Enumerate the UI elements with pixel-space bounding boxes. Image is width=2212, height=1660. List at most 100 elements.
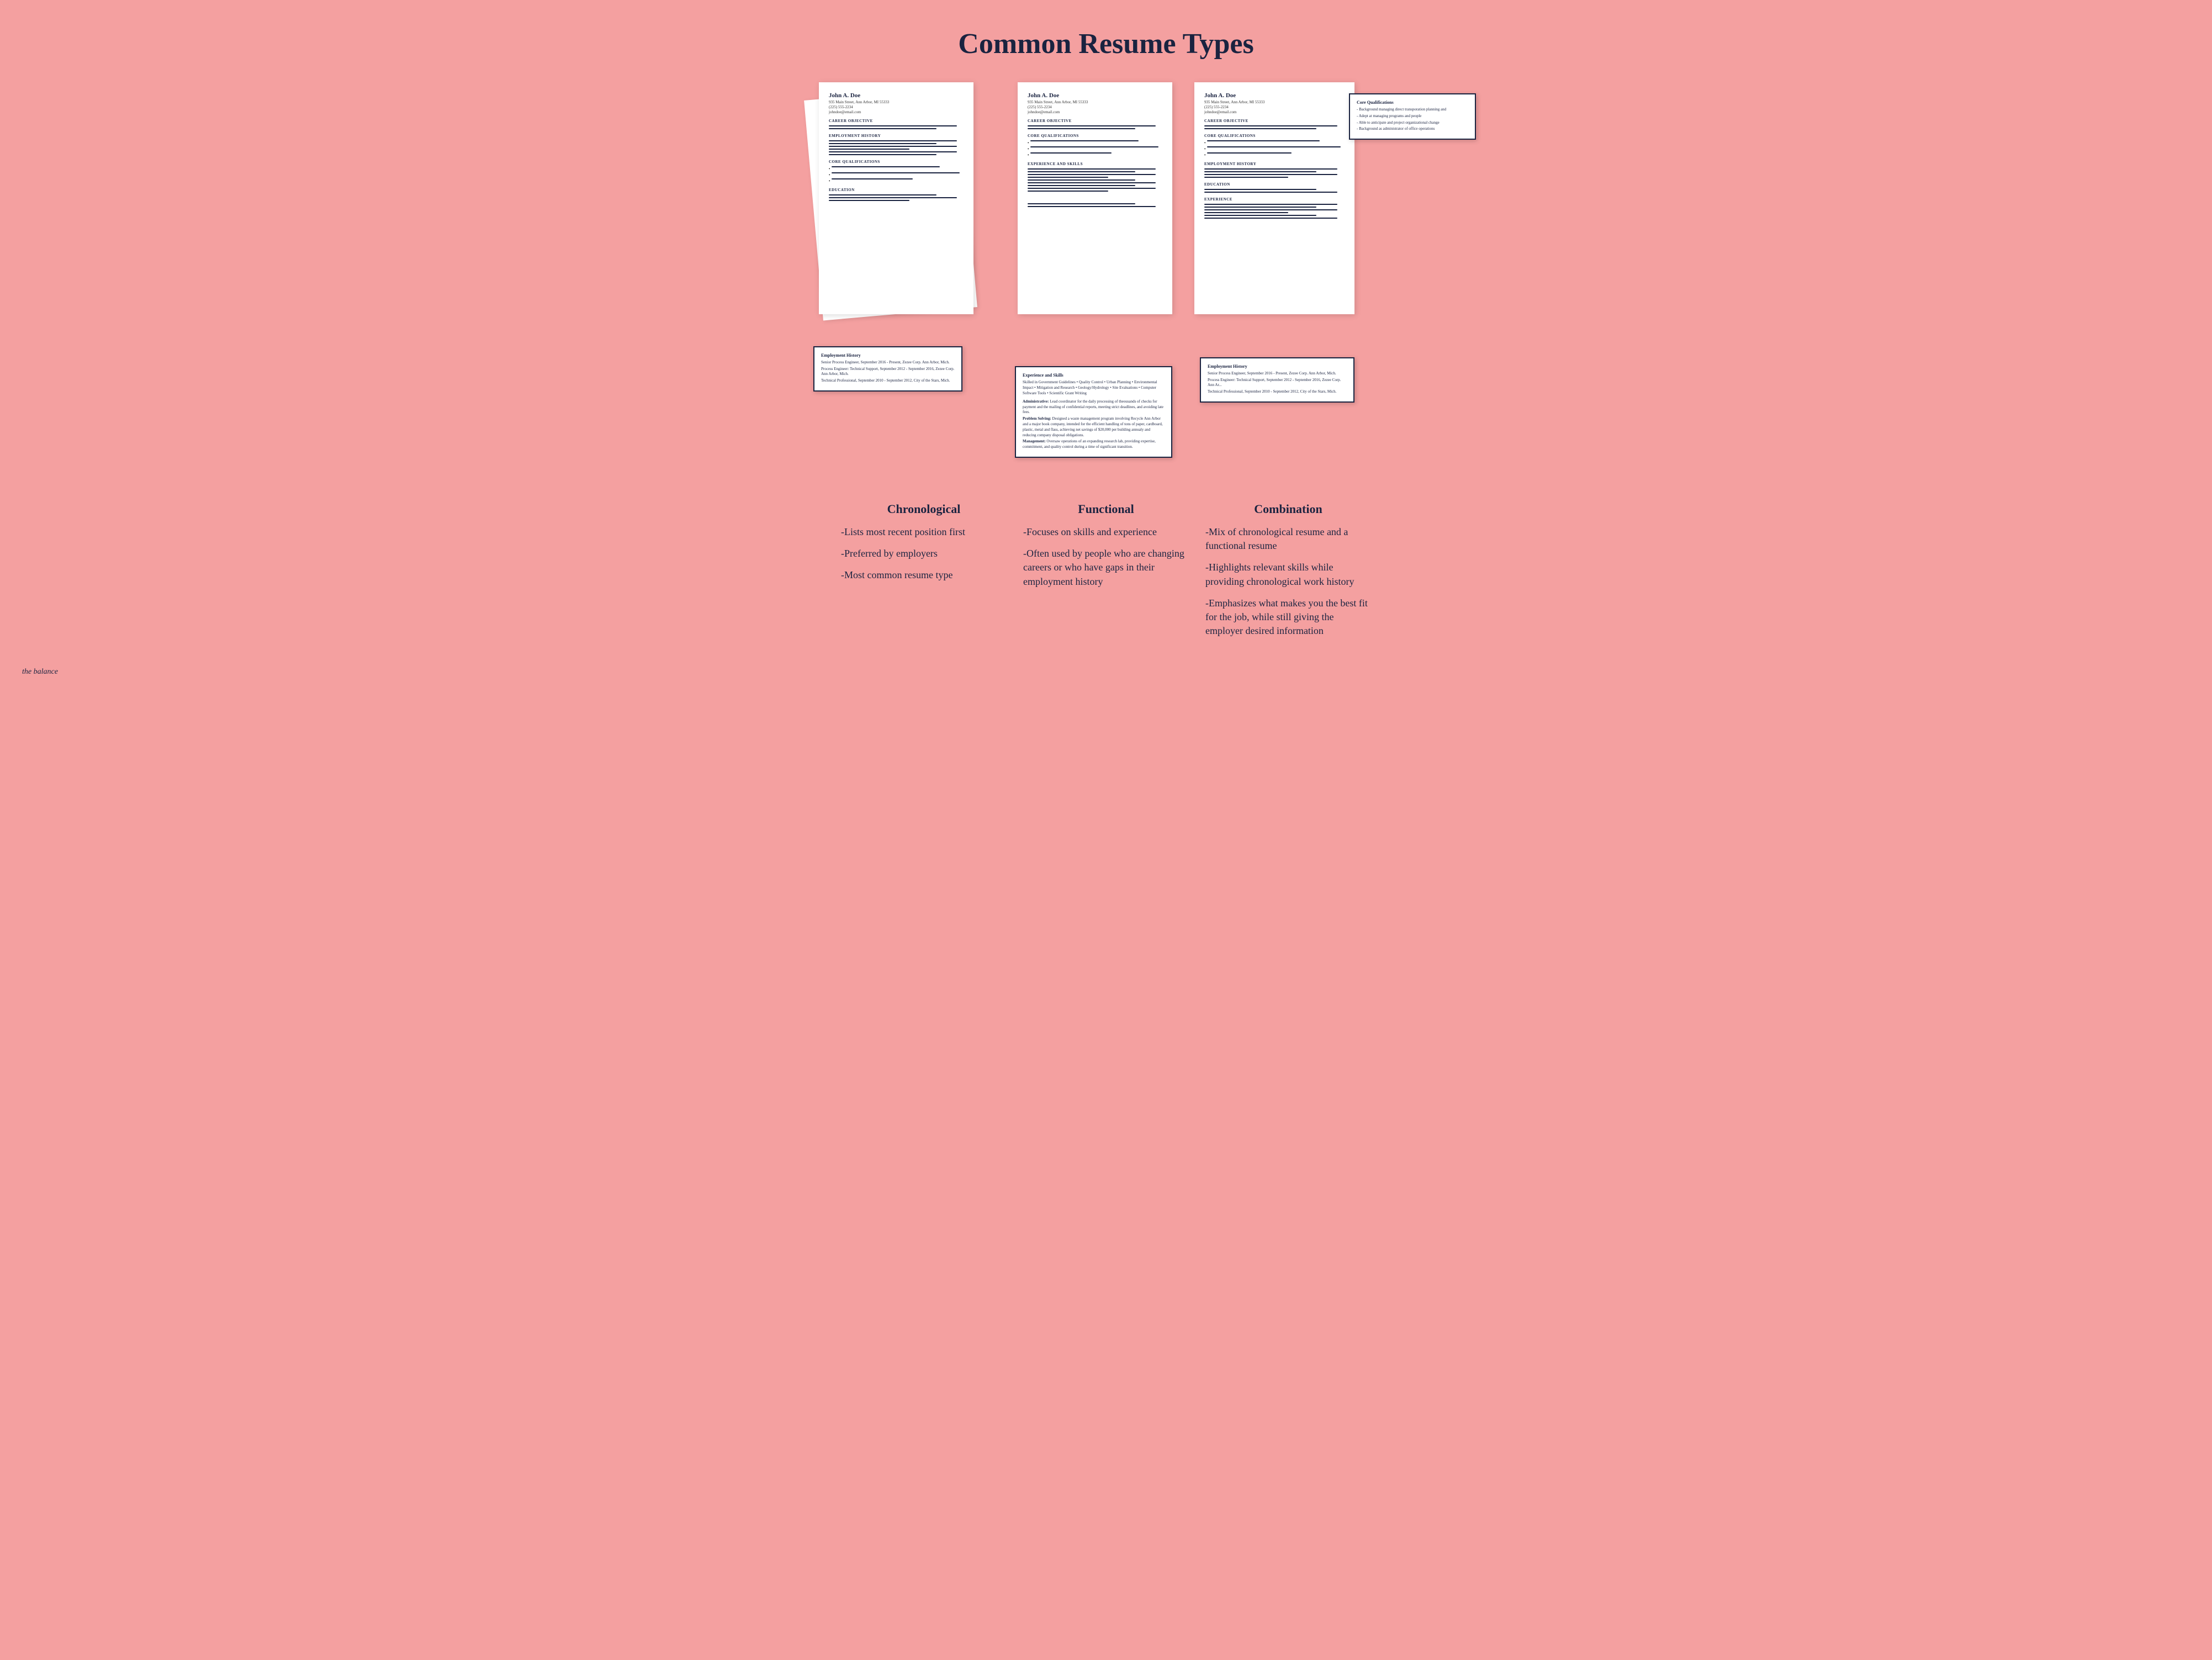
callout-title: Employment History bbox=[1208, 364, 1347, 369]
content-line bbox=[1204, 171, 1316, 172]
content-line bbox=[1204, 212, 1288, 213]
chronological-resume: John A. Doe 935 Main Street, Ann Arbor, … bbox=[819, 82, 973, 314]
callout-line: - Background as administrator of office … bbox=[1357, 126, 1468, 132]
section-employment: EMPLOYMENT HISTORY bbox=[829, 134, 964, 138]
callout-line: Technical Professional, September 2010 -… bbox=[821, 378, 955, 384]
content-line bbox=[829, 149, 909, 150]
content-line bbox=[1028, 128, 1135, 129]
callout-line: - Adept at managing programs and people bbox=[1357, 114, 1468, 119]
brand-label: the balance bbox=[11, 668, 2201, 682]
resume-name: John A. Doe bbox=[1204, 92, 1345, 99]
callout-line: - Able to anticipate and project organiz… bbox=[1357, 120, 1468, 126]
chronological-resume-wrapper: John A. Doe 935 Main Street, Ann Arbor, … bbox=[819, 82, 996, 347]
section-experience: EXPERIENCE AND SKILLS bbox=[1028, 162, 1162, 166]
chronological-callout: Employment History Senior Process Engine… bbox=[813, 346, 962, 392]
bullet-line bbox=[1028, 146, 1162, 151]
callout-title: Experience and Skills bbox=[1023, 373, 1165, 378]
content-line bbox=[1028, 185, 1135, 186]
resume-email: johndoe@email.com bbox=[1204, 110, 1345, 114]
callout-intro: Skilled in Government Guidelines • Quali… bbox=[1023, 380, 1165, 396]
content-line bbox=[1204, 189, 1316, 190]
content-line bbox=[829, 125, 957, 126]
resume-name: John A. Doe bbox=[1028, 92, 1162, 99]
content-line bbox=[829, 140, 957, 141]
callout-line: Administrative: Lead coordinator for the… bbox=[1023, 399, 1165, 415]
callout-title: Employment History bbox=[821, 353, 955, 358]
resume-phone: (225) 555-2234 bbox=[1028, 105, 1162, 109]
section-education: EDUCATION bbox=[1204, 182, 1345, 187]
desc-combination: Combination -Mix of chronological resume… bbox=[1205, 502, 1371, 646]
content-line bbox=[829, 151, 957, 152]
section-qualifications: CORE QUALIFICATIONS bbox=[1028, 134, 1162, 138]
section-employment: EMPLOYMENT HISTORY bbox=[1204, 162, 1345, 166]
callout-line: Management: Oversaw operations of an exp… bbox=[1023, 439, 1165, 450]
content-line bbox=[1204, 204, 1337, 205]
combination-resume: John A. Doe 935 Main Street, Ann Arbor, … bbox=[1194, 82, 1354, 314]
resumes-row: John A. Doe 935 Main Street, Ann Arbor, … bbox=[11, 82, 2201, 369]
callout-line: Senior Process Engineer, September 2016 … bbox=[821, 360, 955, 366]
functional-resume-wrapper: John A. Doe 935 Main Street, Ann Arbor, … bbox=[1012, 82, 1178, 369]
descriptions-row: Chronological -Lists most recent positio… bbox=[11, 491, 2201, 668]
content-line bbox=[829, 143, 936, 144]
callout-line: Technical Professional, September 2010 -… bbox=[1208, 389, 1347, 395]
content-line bbox=[829, 128, 936, 129]
combination-callout-top: Core Qualifications - Background managin… bbox=[1349, 93, 1476, 140]
content-line bbox=[829, 200, 909, 201]
functional-callout: Experience and Skills Skilled in Governm… bbox=[1015, 366, 1172, 458]
content-line bbox=[829, 194, 936, 195]
content-line bbox=[1204, 209, 1337, 210]
desc-item: -Most common resume type bbox=[841, 568, 1007, 582]
callout-line: Process Engineer: Technical Support, Sep… bbox=[821, 367, 955, 378]
functional-resume: John A. Doe 935 Main Street, Ann Arbor, … bbox=[1018, 82, 1172, 314]
bullet-line bbox=[1028, 152, 1162, 157]
content-line bbox=[1028, 177, 1108, 178]
content-line bbox=[1028, 179, 1135, 181]
content-line bbox=[1028, 168, 1156, 170]
desc-item: -Focuses on skills and experience bbox=[1023, 525, 1189, 539]
section-career-objective: CAREER OBJECTIVE bbox=[1028, 119, 1162, 123]
content-line bbox=[829, 197, 957, 198]
content-line bbox=[1028, 182, 1156, 183]
resume-email: johndoe@email.com bbox=[829, 110, 964, 114]
section-qualifications: CORE QUALIFICATIONS bbox=[829, 160, 964, 164]
bullet-line bbox=[1204, 140, 1345, 145]
bullet-line bbox=[829, 172, 964, 177]
content-line bbox=[1204, 125, 1337, 126]
callout-title: Core Qualifications bbox=[1357, 100, 1468, 105]
content-line bbox=[1028, 188, 1156, 189]
desc-item: -Mix of chronological resume and a funct… bbox=[1205, 525, 1371, 553]
combination-resume-wrapper: John A. Doe 935 Main Street, Ann Arbor, … bbox=[1194, 82, 1393, 369]
section-education: EDUCATION bbox=[829, 188, 964, 192]
content-line bbox=[829, 154, 936, 155]
section-career-objective: CAREER OBJECTIVE bbox=[1204, 119, 1345, 123]
callout-line: - Background managing direct transporati… bbox=[1357, 107, 1468, 113]
content-line bbox=[1204, 174, 1337, 175]
page-title: Common Resume Types bbox=[11, 11, 2201, 82]
bullet-line bbox=[1204, 152, 1345, 157]
content-line bbox=[1204, 207, 1316, 208]
content-line bbox=[829, 146, 957, 147]
callout-line: Process Engineer: Technical Support, Sep… bbox=[1208, 378, 1347, 389]
content-line bbox=[1028, 191, 1108, 192]
content-line bbox=[1204, 192, 1337, 193]
content-line bbox=[1028, 203, 1135, 204]
content-line bbox=[1204, 177, 1288, 178]
resume-address: 935 Main Street, Ann Arbor, MI 55333 bbox=[829, 100, 964, 104]
resume-name: John A. Doe bbox=[829, 92, 964, 99]
content-line bbox=[1028, 206, 1156, 207]
combination-callout-bottom: Employment History Senior Process Engine… bbox=[1200, 357, 1354, 403]
desc-item: -Highlights relevant skills while provid… bbox=[1205, 561, 1371, 588]
bullet-line bbox=[829, 178, 964, 183]
desc-title-combination: Combination bbox=[1205, 502, 1371, 516]
content-line bbox=[1028, 174, 1156, 175]
resume-phone: (225) 555-2234 bbox=[1204, 105, 1345, 109]
callout-line: Problem Solving: Designed a waste manage… bbox=[1023, 416, 1165, 438]
content-line bbox=[1204, 168, 1337, 170]
bullet-line bbox=[1204, 146, 1345, 151]
resume-address: 935 Main Street, Ann Arbor, MI 55333 bbox=[1204, 100, 1345, 104]
desc-item: -Lists most recent position first bbox=[841, 525, 1007, 539]
desc-item: -Often used by people who are changing c… bbox=[1023, 547, 1189, 589]
desc-title-functional: Functional bbox=[1023, 502, 1189, 516]
resume-email: johndoe@email.com bbox=[1028, 110, 1162, 114]
resume-phone: (225) 555-2234 bbox=[829, 105, 964, 109]
